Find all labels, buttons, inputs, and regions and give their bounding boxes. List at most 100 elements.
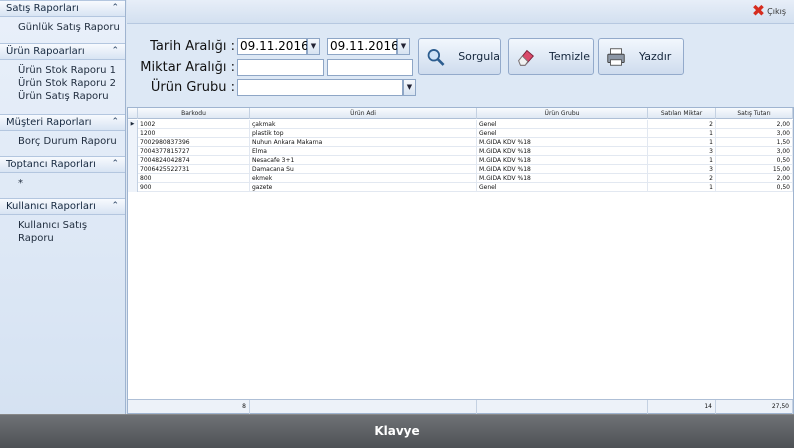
cell-product-group[interactable]: M.GIDA KDV %18: [477, 147, 648, 156]
cell-sold-qty[interactable]: 2: [648, 120, 716, 129]
sidebar-item-urun-stok-2[interactable]: Ürün Stok Raporu 2: [0, 77, 125, 90]
cell-product-group[interactable]: Genel: [477, 183, 648, 192]
cell-product-group[interactable]: M.GIDA KDV %18: [477, 138, 648, 147]
cell-sold-qty[interactable]: 1: [648, 183, 716, 192]
cell-sale-amount[interactable]: 2,00: [716, 174, 793, 183]
close-icon: ✖: [751, 1, 766, 20]
column-header-product-group[interactable]: Ürün Grubu: [477, 108, 648, 119]
group-kullanici: Kullanıcı Raporları ⌃ Kullanıcı Satış Rap…: [0, 198, 125, 251]
printer-icon: [607, 47, 625, 66]
cell-barcode[interactable]: 1200: [138, 129, 250, 138]
cell-sold-qty[interactable]: 3: [648, 165, 716, 174]
cell-product-name[interactable]: plastik top: [250, 129, 477, 138]
cell-sold-qty[interactable]: 2: [648, 174, 716, 183]
cell-product-group[interactable]: M.GIDA KDV %18: [477, 156, 648, 165]
amount-to-input[interactable]: [327, 59, 413, 76]
table-row[interactable]: 7004824042874 Nesacafe 3+1 M.GIDA KDV %18 1…: [128, 156, 793, 165]
group-header-musteri[interactable]: Müşteri Raporları ⌃: [0, 114, 125, 131]
sidebar-item-toptanci[interactable]: *: [0, 177, 125, 190]
cell-product-name[interactable]: Nesacafe 3+1: [250, 156, 477, 165]
cell-product-name[interactable]: Nuhun Ankara Makarna: [250, 138, 477, 147]
group-header-urun[interactable]: Ürün Rapoarları ⌃: [0, 43, 125, 60]
date-range-label: Tarih Aralığı :: [150, 39, 235, 54]
group-title: Kullanıcı Raporları: [6, 201, 96, 212]
row-indicator: [128, 183, 138, 192]
cell-barcode[interactable]: 7004824042874: [138, 156, 250, 165]
column-header-sold-qty[interactable]: Satılan Miktar: [648, 108, 716, 119]
cell-barcode[interactable]: 7004377815727: [138, 147, 250, 156]
cell-barcode[interactable]: 1002: [138, 120, 250, 129]
column-header-barcode[interactable]: Barkodu: [138, 108, 250, 119]
table-row[interactable]: 7006425522731 Damacana Su M.GIDA KDV %18 3 1…: [128, 165, 793, 174]
table-row[interactable]: 1200 plastik top Genel 1 3,00: [128, 129, 793, 138]
table-row[interactable]: 900 gazete Genel 1 0,50: [128, 183, 793, 192]
cell-product-group[interactable]: M.GIDA KDV %18: [477, 174, 648, 183]
cell-product-group[interactable]: Genel: [477, 129, 648, 138]
print-button[interactable]: Yazdır: [598, 38, 684, 75]
exit-button[interactable]: ✖ Çıkış: [751, 1, 786, 20]
cell-product-group[interactable]: Genel: [477, 120, 648, 129]
row-indicator: [128, 147, 138, 156]
exit-label: Çıkış: [767, 6, 786, 16]
table-row[interactable]: 7002980837396 Nuhun Ankara Makarna M.GIDA …: [128, 138, 793, 147]
cell-barcode[interactable]: 900: [138, 183, 250, 192]
cell-sale-amount[interactable]: 15,00: [716, 165, 793, 174]
date-to-field[interactable]: 09.11.2016: [327, 38, 399, 55]
cell-sale-amount[interactable]: 3,00: [716, 147, 793, 156]
table-row[interactable]: ▶ 1002 çakmak Genel 2 2,00: [128, 120, 793, 129]
cell-sold-qty[interactable]: 1: [648, 138, 716, 147]
footer-empty: [250, 400, 477, 414]
clear-button[interactable]: Temizle: [508, 38, 594, 75]
keyboard-button[interactable]: Klavye: [0, 414, 794, 448]
cell-sale-amount[interactable]: 0,50: [716, 183, 793, 192]
group-title: Ürün Rapoarları: [6, 46, 85, 57]
column-header-product-name[interactable]: Ürün Adi: [250, 108, 477, 119]
cell-product-name[interactable]: Elma: [250, 147, 477, 156]
sidebar-item-urun-stok-1[interactable]: Ürün Stok Raporu 1: [0, 64, 125, 77]
footer-empty: [477, 400, 648, 414]
chevron-down-icon[interactable]: ▼: [397, 38, 410, 55]
group-toptanci: Toptancı Raporları ⌃ *: [0, 156, 125, 196]
amount-from-input[interactable]: [237, 59, 324, 76]
current-row-indicator-icon: ▶: [128, 120, 138, 129]
chevron-down-icon[interactable]: ▼: [403, 79, 416, 96]
date-from-field[interactable]: 09.11.2016: [237, 38, 309, 55]
cell-sold-qty[interactable]: 1: [648, 129, 716, 138]
cell-barcode[interactable]: 7006425522731: [138, 165, 250, 174]
column-header-sale-amount[interactable]: Satış Tutarı: [716, 108, 793, 119]
cell-product-name[interactable]: gazete: [250, 183, 477, 192]
table-row[interactable]: 7004377815727 Elma M.GIDA KDV %18 3 3,00: [128, 147, 793, 156]
row-indicator: [128, 129, 138, 138]
cell-sale-amount[interactable]: 3,00: [716, 129, 793, 138]
query-button[interactable]: Sorgula: [418, 38, 501, 75]
sidebar: Satış Raporları ⌃ Günlük Satış Raporu Ürü…: [0, 0, 126, 414]
group-header-kullanici[interactable]: Kullanıcı Raporları ⌃: [0, 198, 125, 215]
cell-product-name[interactable]: ekmek: [250, 174, 477, 183]
cell-sold-qty[interactable]: 1: [648, 156, 716, 165]
cell-sale-amount[interactable]: 1,50: [716, 138, 793, 147]
group-header-toptanci[interactable]: Toptancı Raporları ⌃: [0, 156, 125, 173]
row-indicator: [128, 174, 138, 183]
sidebar-item-kullanici-satis[interactable]: Kullanıcı Satış Raporu: [0, 219, 125, 245]
cell-sale-amount[interactable]: 0,50: [716, 156, 793, 165]
sidebar-item-urun-satis[interactable]: Ürün Satış Raporu: [0, 90, 125, 103]
cell-barcode[interactable]: 800: [138, 174, 250, 183]
row-indicator: [128, 138, 138, 147]
cell-barcode[interactable]: 7002980837396: [138, 138, 250, 147]
chevron-down-icon[interactable]: ▼: [307, 38, 320, 55]
grid-footer: 8 14 27,50: [128, 399, 793, 414]
sidebar-item-gunluk-satis[interactable]: Günlük Satış Raporu: [0, 21, 125, 34]
print-label: Yazdır: [639, 50, 672, 63]
cell-sale-amount[interactable]: 2,00: [716, 120, 793, 129]
table-row[interactable]: 800 ekmek M.GIDA KDV %18 2 2,00: [128, 174, 793, 183]
cell-sold-qty[interactable]: 3: [648, 147, 716, 156]
cell-product-name[interactable]: çakmak: [250, 120, 477, 129]
group-header-satis[interactable]: Satış Raporları ⌃: [0, 0, 125, 17]
chevron-up-icon: ⌃: [111, 117, 119, 127]
product-group-select[interactable]: [237, 79, 403, 96]
report-grid: Barkodu Ürün Adi Ürün Grubu Satılan Mikt…: [127, 107, 794, 414]
main-panel: ✖ Çıkış Tarih Aralığı : 09.11.2016 ▼ 09.…: [127, 0, 794, 414]
sidebar-item-borc-durum[interactable]: Borç Durum Raporu: [0, 135, 125, 148]
cell-product-group[interactable]: M.GIDA KDV %18: [477, 165, 648, 174]
cell-product-name[interactable]: Damacana Su: [250, 165, 477, 174]
